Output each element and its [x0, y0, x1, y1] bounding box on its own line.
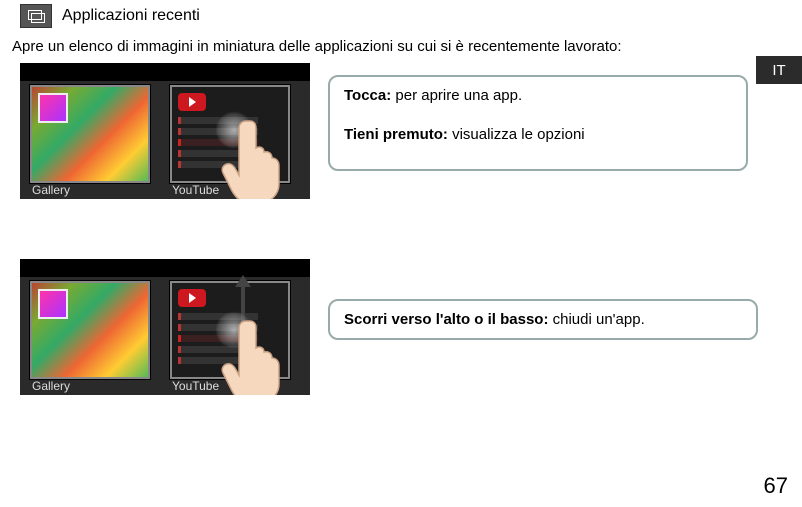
- youtube-play-icon: [178, 289, 206, 307]
- gallery-thumbnail: [30, 85, 150, 183]
- recent-apps-screenshot-tap: Gallery YouTube: [20, 63, 310, 199]
- section-title: Applicazioni recenti: [62, 7, 200, 25]
- gallery-caption: Gallery: [32, 183, 70, 197]
- youtube-caption: YouTube: [172, 379, 219, 393]
- swipe-label: Scorri verso l'alto o il basso:: [344, 311, 548, 328]
- youtube-play-icon: [178, 93, 206, 111]
- tap-desc: per aprire una app.: [391, 87, 522, 104]
- gallery-thumbnail: [30, 281, 150, 379]
- hand-tap-icon: [220, 113, 290, 199]
- gallery-caption: Gallery: [32, 379, 70, 393]
- recent-apps-icon: [20, 4, 52, 28]
- recent-apps-screenshot-swipe: Gallery YouTube: [20, 259, 310, 395]
- callout-swipe: Scorri verso l'alto o il basso: chiudi u…: [328, 299, 758, 340]
- hold-desc: visualizza le opzioni: [448, 126, 585, 143]
- hold-label: Tieni premuto:: [344, 126, 448, 143]
- page-number: 67: [764, 473, 788, 499]
- language-tab: IT: [756, 56, 802, 84]
- callout-tap-hold: Tocca: per aprire una app. Tieni premuto…: [328, 75, 748, 171]
- youtube-caption: YouTube: [172, 183, 219, 197]
- hand-swipe-icon: [220, 313, 290, 395]
- intro-text: Apre un elenco di immagini in miniatura …: [12, 38, 794, 55]
- swipe-desc: chiudi un'app.: [548, 311, 644, 328]
- tap-label: Tocca:: [344, 87, 391, 104]
